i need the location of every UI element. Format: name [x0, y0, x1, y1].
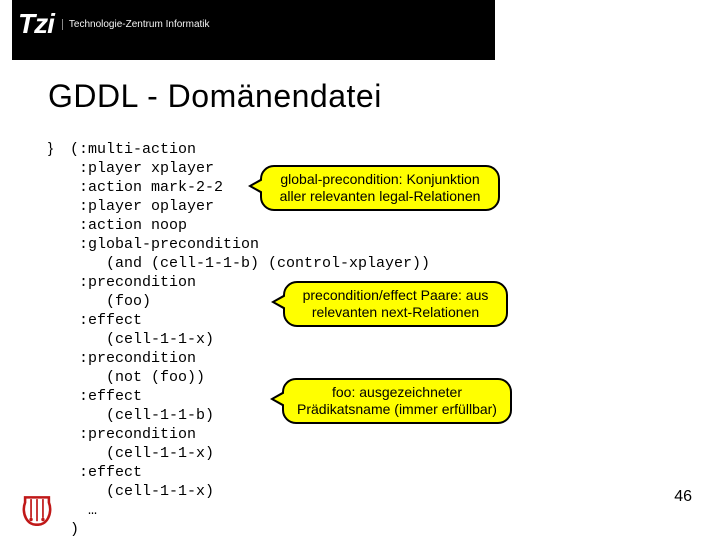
callout-line: global-precondition: Konjunktion [270, 171, 490, 188]
callout-global-precondition: global-precondition: Konjunktion aller r… [260, 165, 500, 211]
callout-line: Prädikatsname (immer erfüllbar) [292, 401, 502, 418]
slide-title: GDDL - Domänendatei [48, 78, 382, 115]
tzi-logo: Tzi Technologie-Zentrum Informatik [18, 8, 210, 40]
tzi-logo-mark: Tzi [18, 8, 54, 40]
bullet-glyph: } [48, 140, 53, 157]
header-right-gap [495, 0, 720, 60]
header-left-gap [0, 0, 12, 60]
callout-line: relevanten next-Relationen [293, 304, 498, 321]
callout-line: aller relevanten legal-Relationen [270, 188, 490, 205]
callout-precondition-effect: precondition/effect Paare: aus relevante… [283, 281, 508, 327]
header-bar: Tzi Technologie-Zentrum Informatik [0, 0, 720, 60]
callout-line: precondition/effect Paare: aus [293, 287, 498, 304]
callout-line: foo: ausgezeichneter [292, 384, 502, 401]
page-number: 46 [674, 488, 692, 506]
tzi-logo-subtitle: Technologie-Zentrum Informatik [62, 19, 210, 30]
callout-foo: foo: ausgezeichneter Prädikatsname (imme… [282, 378, 512, 424]
university-logo-icon [20, 494, 54, 528]
